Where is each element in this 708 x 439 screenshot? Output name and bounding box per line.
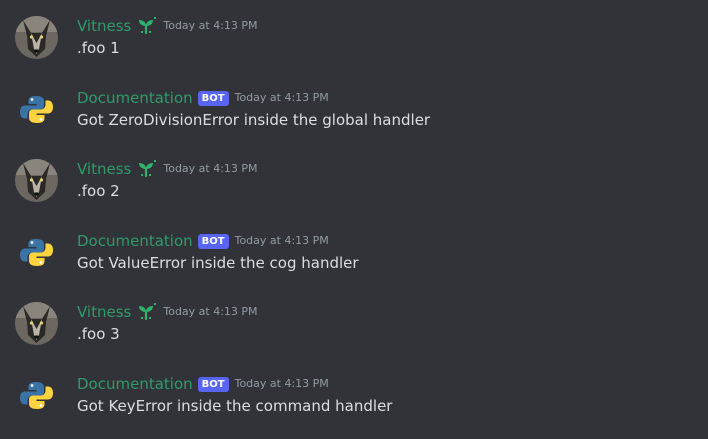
message-author[interactable]: Vitness bbox=[77, 302, 131, 322]
python-logo-avatar[interactable] bbox=[15, 88, 58, 131]
sprout-icon[interactable] bbox=[135, 159, 157, 179]
wolf-avatar[interactable] bbox=[15, 159, 58, 202]
python-logo-avatar[interactable] bbox=[15, 374, 58, 417]
message-timestamp[interactable]: Today at 4:13 PM bbox=[163, 159, 257, 179]
sprout-icon[interactable] bbox=[135, 302, 157, 322]
message-content: Got ValueError inside the cog handler bbox=[77, 254, 359, 272]
chat-message: Vitness Today at 4:13 PM .foo 2 bbox=[0, 159, 708, 219]
message-timestamp[interactable]: Today at 4:13 PM bbox=[235, 231, 329, 251]
chat-message: Documentation BOT Today at 4:13 PM Got K… bbox=[0, 374, 708, 434]
chat-message: Documentation BOT Today at 4:13 PM Got V… bbox=[0, 231, 708, 291]
bot-badge: BOT bbox=[197, 376, 229, 392]
bot-badge: BOT bbox=[197, 233, 229, 249]
chat-message: Vitness Today at 4:13 PM .foo 1 bbox=[0, 16, 708, 76]
message-timestamp[interactable]: Today at 4:13 PM bbox=[163, 16, 257, 36]
message-content: Got ZeroDivisionError inside the global … bbox=[77, 111, 431, 129]
message-content: .foo 1 bbox=[77, 39, 120, 57]
message-content: Got KeyError inside the command handler bbox=[77, 397, 393, 415]
sprout-icon[interactable] bbox=[135, 16, 157, 36]
message-content: .foo 3 bbox=[77, 325, 120, 343]
message-author[interactable]: Vitness bbox=[77, 16, 131, 36]
chat-message: Vitness Today at 4:13 PM .foo 3 bbox=[0, 302, 708, 362]
chat-message-list: Vitness Today at 4:13 PM .foo 1 Document… bbox=[0, 0, 708, 439]
chat-message: Documentation BOT Today at 4:13 PM Got Z… bbox=[0, 88, 708, 148]
message-author[interactable]: Documentation bbox=[77, 374, 193, 394]
message-author[interactable]: Documentation bbox=[77, 231, 193, 251]
message-content: .foo 2 bbox=[77, 182, 120, 200]
bot-badge: BOT bbox=[197, 90, 229, 106]
wolf-avatar[interactable] bbox=[15, 16, 58, 59]
wolf-avatar[interactable] bbox=[15, 302, 58, 345]
message-timestamp[interactable]: Today at 4:13 PM bbox=[163, 302, 257, 322]
message-author[interactable]: Vitness bbox=[77, 159, 131, 179]
message-author[interactable]: Documentation bbox=[77, 88, 193, 108]
message-timestamp[interactable]: Today at 4:13 PM bbox=[235, 374, 329, 394]
message-timestamp[interactable]: Today at 4:13 PM bbox=[235, 88, 329, 108]
python-logo-avatar[interactable] bbox=[15, 231, 58, 274]
